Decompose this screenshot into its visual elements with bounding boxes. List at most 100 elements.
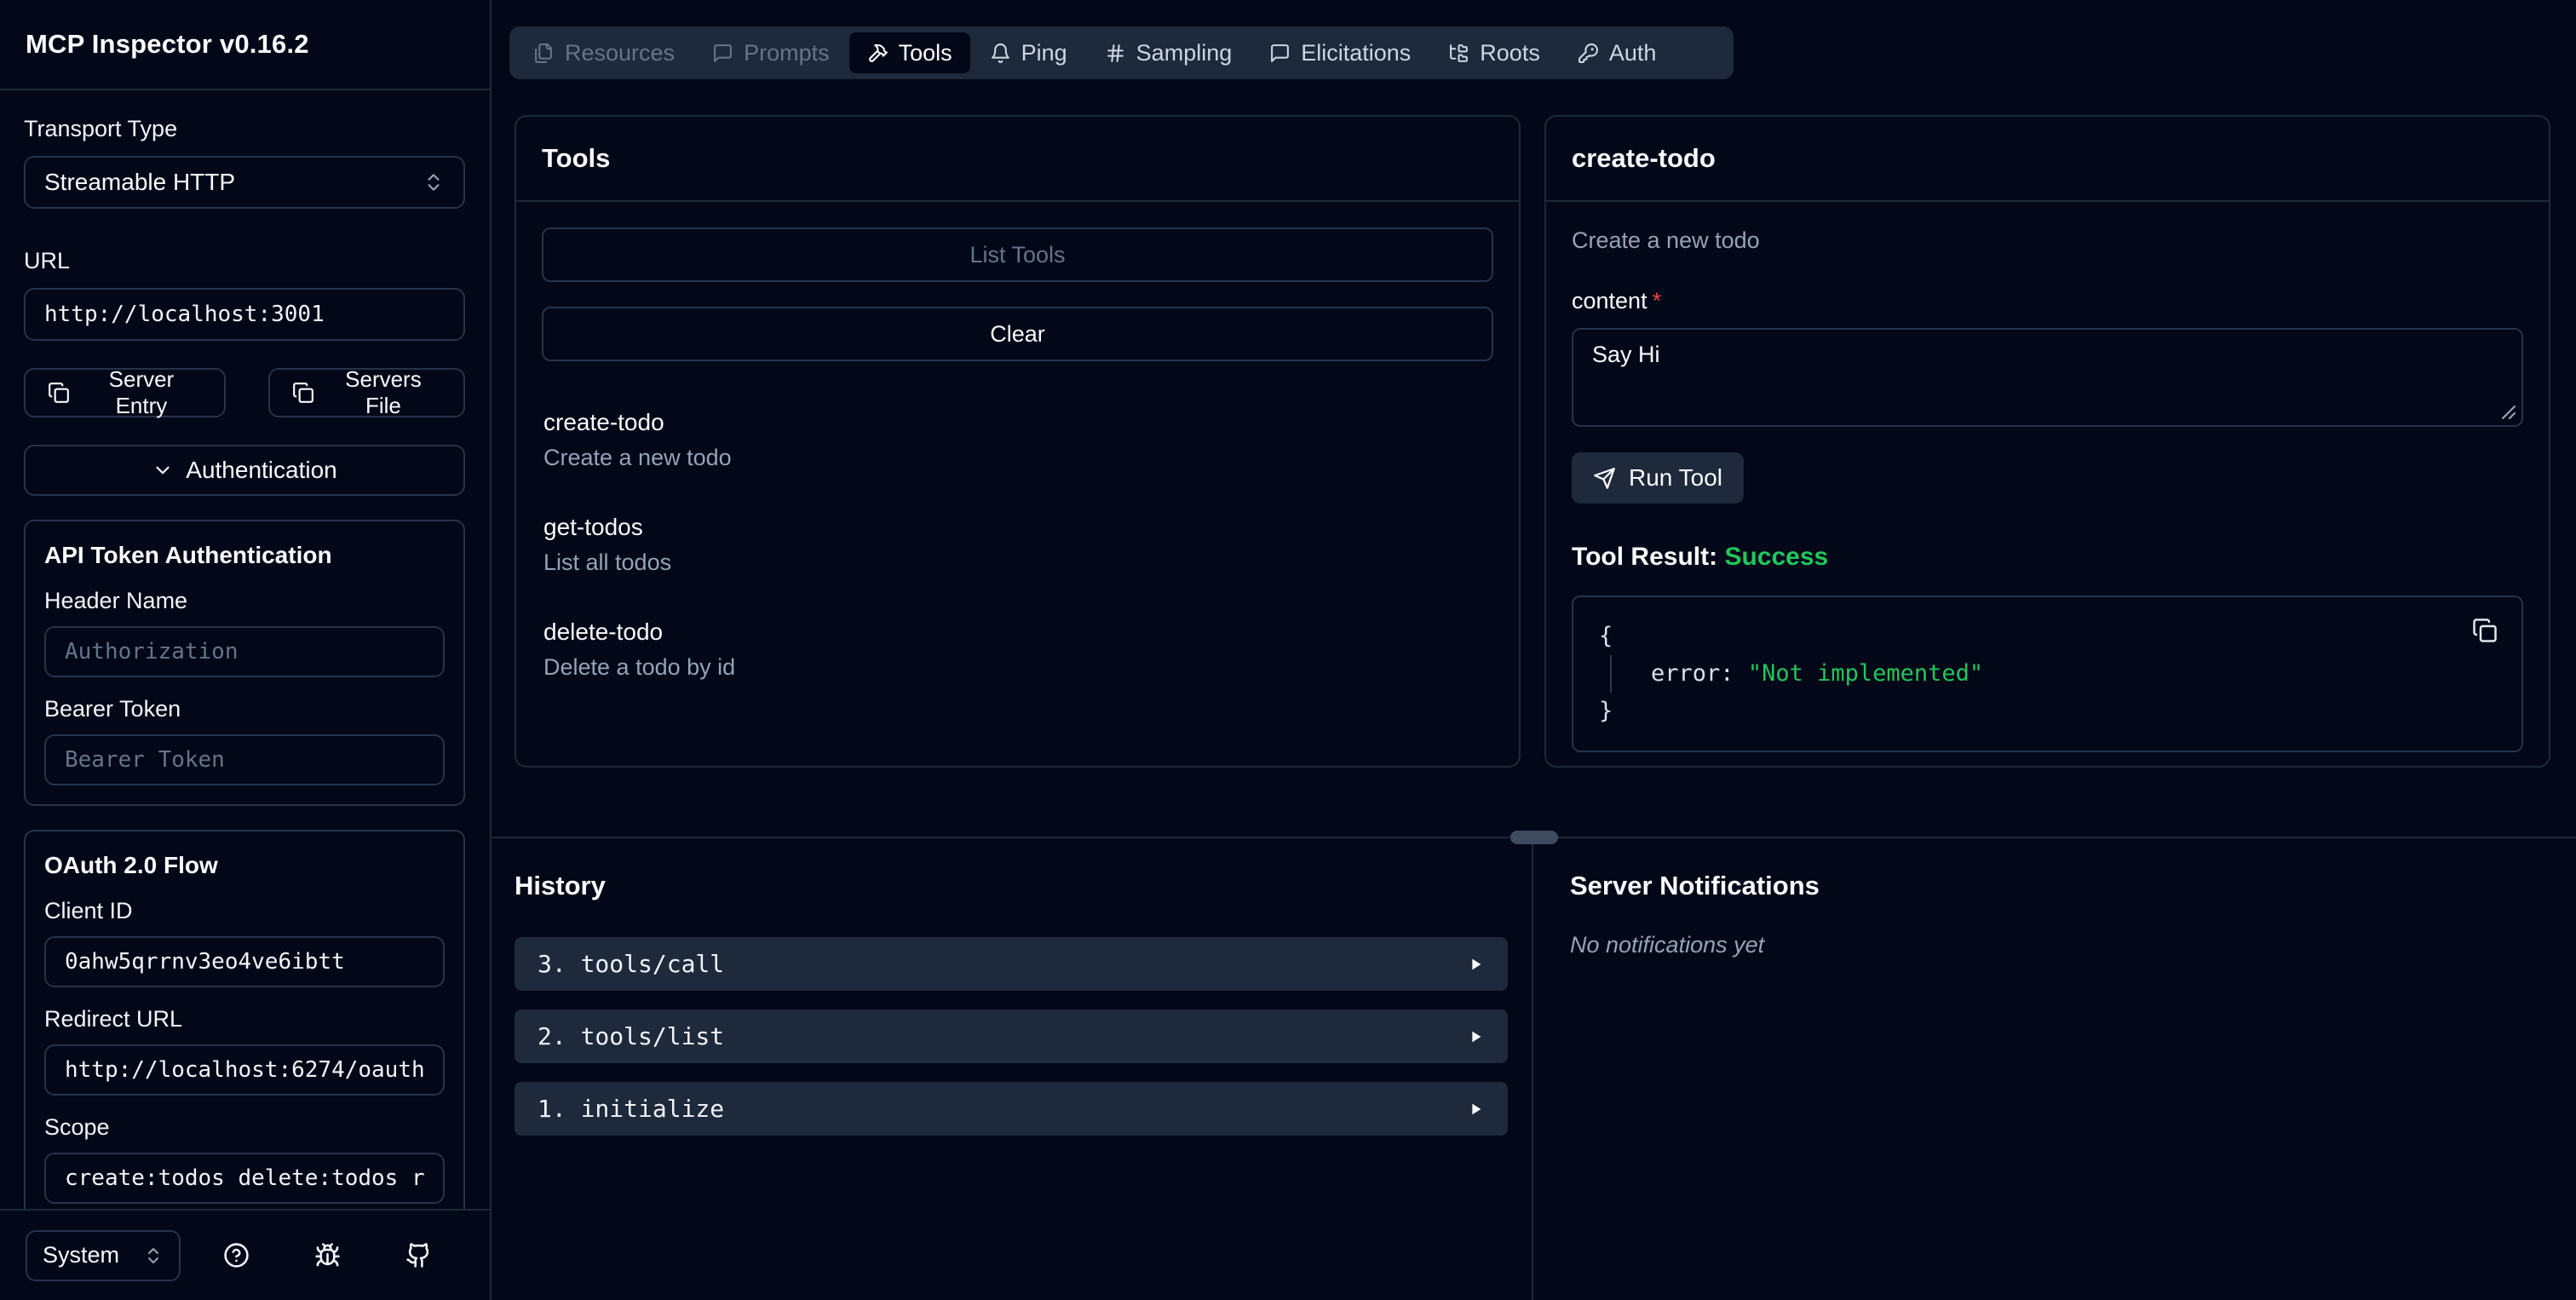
transport-type-label: Transport Type <box>24 116 178 141</box>
content-textarea[interactable]: Say Hi <box>1572 328 2523 427</box>
run-tool-label: Run Tool <box>1629 464 1723 491</box>
run-tool-button[interactable]: Run Tool <box>1572 452 1745 503</box>
url-input[interactable] <box>24 288 465 341</box>
sidebar-footer: System <box>0 1209 490 1300</box>
chevron-down-icon <box>156 466 170 475</box>
horizontal-split-divider[interactable] <box>492 831 2576 844</box>
tool-description: List all todos <box>543 549 672 575</box>
tab-elicitations[interactable]: Elicitations <box>1251 32 1429 73</box>
files-icon <box>535 43 552 63</box>
history-title: History <box>515 871 606 900</box>
tab-roots[interactable]: Roots <box>1430 32 1558 73</box>
clear-button[interactable]: Clear <box>542 307 1493 361</box>
tool-detail-panel: create-todo Create a new todo content * S… <box>1544 115 2550 768</box>
tool-list-item-create-todo[interactable]: create-todo Create a new todo <box>543 409 1492 471</box>
tab-tools[interactable]: Tools <box>848 32 970 73</box>
history-item-label: 2. tools/list <box>538 1022 725 1050</box>
tab-label: Ping <box>1021 39 1067 66</box>
history-item-initialize[interactable]: 1. initialize <box>515 1082 1508 1136</box>
bell-icon <box>991 43 1009 63</box>
bug-button[interactable] <box>314 1242 341 1268</box>
message-square-icon <box>714 43 732 62</box>
tool-name: delete-todo <box>543 618 664 645</box>
servers-file-label: Servers File <box>345 366 422 418</box>
required-marker: * <box>1652 288 1662 313</box>
history-list: 3. tools/call 2. tools/list 1. initializ… <box>515 937 1508 1136</box>
history-item-tools-call[interactable]: 3. tools/call <box>515 937 1508 991</box>
tab-prompts: Prompts <box>694 32 848 73</box>
scope-label: Scope <box>44 1114 110 1140</box>
expand-icon <box>1472 1031 1481 1042</box>
tool-detail-description: Create a new todo <box>1572 227 1760 253</box>
json-key: error: <box>1651 660 1734 687</box>
tab-label: Resources <box>565 39 676 66</box>
oauth-section: OAuth 2.0 Flow Client ID Redirect URL Sc… <box>24 830 465 1209</box>
server-entry-label: Server Entry <box>108 366 175 418</box>
tool-name: get-todos <box>543 514 643 540</box>
tab-label: Prompts <box>744 39 830 66</box>
scope-input[interactable] <box>44 1153 445 1204</box>
resize-handle-icon[interactable] <box>2500 404 2517 421</box>
list-tools-button[interactable]: List Tools <box>542 227 1493 282</box>
no-notifications-message: No notifications yet <box>1570 932 1765 958</box>
authentication-toggle[interactable]: Authentication <box>24 445 465 496</box>
tool-name: create-todo <box>543 409 664 435</box>
header-name-input[interactable] <box>44 626 445 677</box>
history-item-label: 3. tools/call <box>538 950 725 978</box>
json-close-brace: } <box>1599 698 1613 724</box>
tool-list-item-delete-todo[interactable]: delete-todo Delete a todo by id <box>543 618 1492 681</box>
sidebar-header: MCP Inspector v0.16.2 <box>0 0 490 90</box>
json-open-brace: { <box>1599 623 1613 649</box>
key-icon <box>1578 43 1598 63</box>
tab-resources: Resources <box>515 32 693 73</box>
theme-select[interactable]: System <box>26 1229 181 1281</box>
bearer-token-input[interactable] <box>44 734 445 785</box>
tab-auth[interactable]: Auth <box>1560 32 1675 73</box>
history-panel: History 3. tools/call 2. tools/list 1. i… <box>492 838 1533 1300</box>
tool-description: Create a new todo <box>543 445 732 470</box>
server-notifications-title: Server Notifications <box>1570 871 1820 900</box>
header-name-label: Header Name <box>44 588 188 613</box>
github-button[interactable] <box>405 1242 432 1268</box>
tab-label: Roots <box>1480 39 1540 66</box>
transport-type-select[interactable]: Streamable HTTP <box>24 156 465 209</box>
history-item-tools-list[interactable]: 2. tools/list <box>515 1010 1508 1063</box>
history-item-label: 1. initialize <box>538 1095 725 1123</box>
sidebar-body: Transport Type Streamable HTTP URL Serve… <box>0 90 490 1209</box>
chevrons-up-down-icon <box>148 1247 158 1263</box>
redirect-url-input[interactable] <box>44 1044 445 1096</box>
tab-ping[interactable]: Ping <box>972 32 1085 73</box>
chevrons-up-down-icon <box>428 174 440 191</box>
server-entry-button[interactable]: Server Entry <box>24 366 226 418</box>
tool-result-status: Success <box>1724 543 1829 571</box>
content-textarea-value: Say Hi <box>1592 342 1660 367</box>
content-label-text: content <box>1572 288 1647 313</box>
tab-sampling[interactable]: Sampling <box>1087 32 1251 73</box>
top-panels: Tools List Tools Clear create-todo Creat… <box>515 115 2550 768</box>
tab-bar: Resources Prompts Tools Ping Sampling El… <box>509 26 1734 79</box>
copy-buttons-row: Server Entry Servers File <box>24 366 465 418</box>
server-notifications-panel: Server Notifications No notifications ye… <box>1533 838 2576 1300</box>
drag-handle[interactable] <box>1509 831 1558 844</box>
copy-icon <box>292 383 313 403</box>
theme-select-value: System <box>43 1242 120 1268</box>
send-icon <box>1594 467 1615 489</box>
client-id-label: Client ID <box>44 898 133 923</box>
github-icon <box>406 1243 429 1268</box>
tools-panel-header: Tools <box>516 117 1519 202</box>
authentication-toggle-label: Authentication <box>186 457 337 483</box>
bug-icon <box>315 1243 340 1267</box>
copy-result-button[interactable] <box>2472 618 2498 646</box>
servers-file-button[interactable]: Servers File <box>267 366 465 418</box>
hammer-icon <box>868 43 888 62</box>
client-id-input[interactable] <box>44 936 445 987</box>
tool-result-label: Tool Result: <box>1572 543 1718 571</box>
json-error-line: error: "Not implemented" <box>1610 655 2496 693</box>
help-button[interactable] <box>223 1242 250 1268</box>
tools-panel-body: List Tools Clear create-todo Create a ne… <box>516 202 1519 766</box>
tool-list-item-get-todos[interactable]: get-todos List all todos <box>543 514 1492 576</box>
tool-description: Delete a todo by id <box>543 654 736 680</box>
footer-icons <box>191 1242 464 1268</box>
folder-tree-icon <box>1450 43 1469 62</box>
tab-label: Sampling <box>1136 39 1233 66</box>
